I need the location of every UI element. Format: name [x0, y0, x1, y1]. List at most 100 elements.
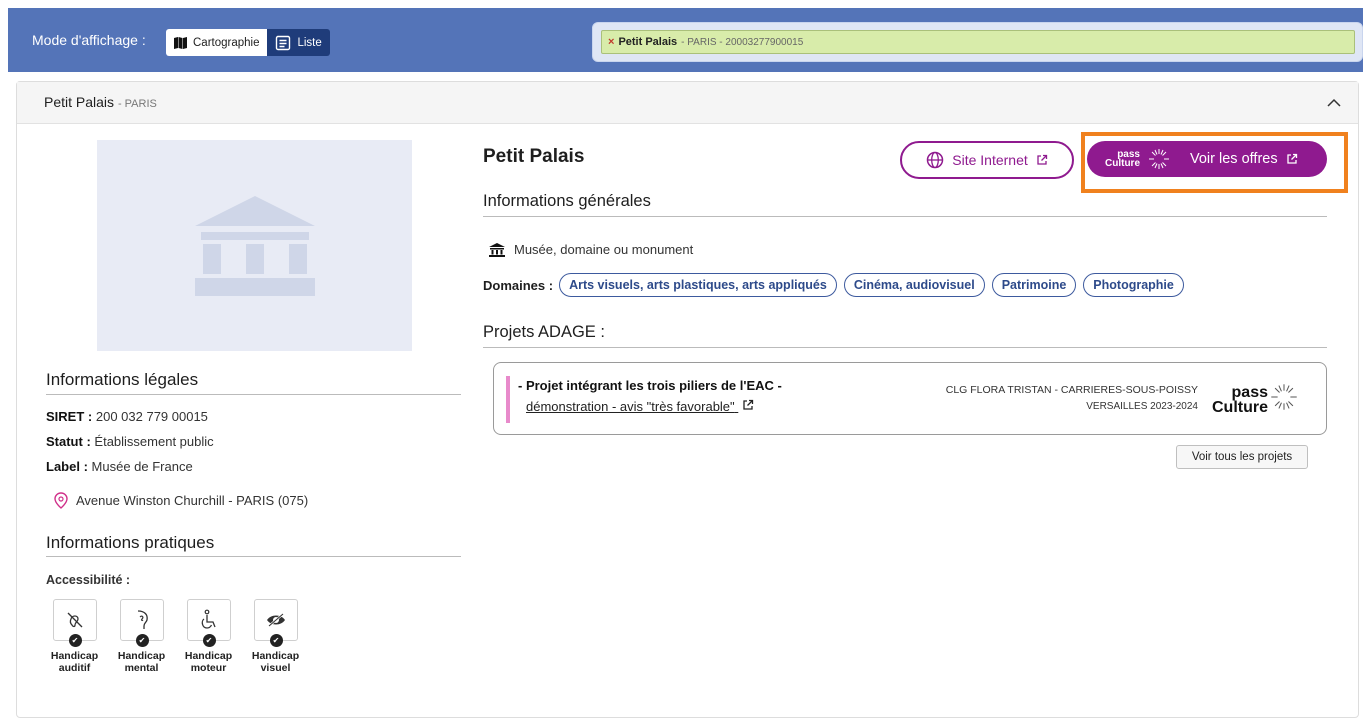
project-accent-bar: [506, 376, 510, 423]
accessibility-label-visuel-line2: visuel: [260, 662, 291, 674]
address-text: Avenue Winston Churchill - PARIS (075): [76, 493, 309, 508]
chevron-up-icon[interactable]: [1326, 95, 1342, 111]
domain-pill[interactable]: Photographie: [1083, 273, 1184, 297]
project-link-text: démonstration - avis "très favorable": [526, 399, 735, 414]
accessibility-label-auditif-line1: Handicap: [50, 650, 99, 662]
project-link[interactable]: démonstration - avis "très favorable": [526, 399, 754, 414]
venue-image-placeholder: [97, 140, 412, 351]
accessibility-box-moteur: ✔: [186, 599, 231, 647]
statut-value: Établissement public: [94, 434, 214, 449]
wheelchair-icon: [201, 609, 216, 629]
pass-culture-logo: pass Culture: [1212, 384, 1268, 416]
check-icon: ✔: [68, 634, 82, 647]
adage-projects-divider: [483, 347, 1327, 348]
accessibility-label-auditif-line2: auditif: [58, 662, 91, 674]
venue-type-line: Musée, domaine ou monument: [489, 242, 693, 257]
search-bar[interactable]: × Petit Palais - PARIS - 20003277900015: [592, 22, 1363, 62]
mode-cartographie-label: Cartographie: [193, 36, 260, 49]
statut-label: Statut :: [46, 434, 91, 449]
legal-info-divider: [46, 394, 461, 395]
accessibility-item-mental: ✔ Handicap mental: [114, 599, 169, 674]
display-mode-label: Mode d'affichage :: [32, 32, 146, 48]
domain-pill[interactable]: Cinéma, audiovisuel: [843, 273, 985, 297]
accessibility-box-auditif: ✔: [52, 599, 97, 647]
venue-card-header[interactable]: Petit Palais - PARIS: [17, 82, 1358, 124]
venue-card-title: Petit Palais - PARIS: [44, 94, 157, 110]
venue-card: Petit Palais - PARIS Informations légale…: [16, 81, 1359, 718]
adage-projects-title: Projets ADAGE :: [483, 323, 605, 341]
search-chip-title: Petit Palais: [618, 36, 678, 48]
venue-card-title-city: - PARIS: [117, 98, 157, 110]
project-year: VERSAILLES 2023-2024: [1086, 401, 1198, 412]
view-offers-button[interactable]: pass Culture Voir les offres: [1087, 141, 1327, 177]
practical-info-divider: [46, 556, 461, 557]
globe-icon: [927, 151, 944, 169]
siret-value: 200 032 779 00015: [95, 409, 208, 424]
label-value: Musée de France: [91, 459, 193, 474]
accessibility-label-auditif: Handicap auditif: [51, 650, 98, 674]
domains-row: Domaines : Arts visuels, arts plastiques…: [483, 273, 1191, 297]
venue-type-text: Musée, domaine ou monument: [514, 242, 694, 257]
museum-icon: [489, 242, 505, 257]
pass-culture-sun-icon: [1271, 384, 1297, 410]
accessibility-item-auditif: ✔ Handicap auditif: [47, 599, 102, 674]
top-bar: Mode d'affichage : Cartographie Liste × …: [8, 8, 1363, 72]
project-logo-line1: pass: [1231, 384, 1268, 401]
general-info-title: Informations générales: [483, 192, 651, 210]
view-offers-label: Voir les offres: [1190, 151, 1278, 167]
pass-culture-logo-small: pass Culture: [1105, 150, 1140, 169]
search-chip-subtitle: - PARIS - 20003277900015: [681, 36, 804, 48]
accessibility-label-mental-line2: mental: [124, 662, 159, 674]
accessibility-label-visuel-line1: Handicap: [251, 650, 300, 662]
accessibility-label-moteur-line1: Handicap: [184, 650, 233, 662]
search-input[interactable]: × Petit Palais - PARIS - 20003277900015: [601, 30, 1355, 54]
label-label: Label :: [46, 459, 88, 474]
remove-chip-icon[interactable]: ×: [608, 36, 614, 48]
museum-placeholder-icon: [194, 195, 315, 296]
statut-line: Statut : Établissement public: [46, 434, 214, 449]
website-button-label: Site Internet: [952, 152, 1028, 168]
project-school: CLG FLORA TRISTAN - CARRIERES-SOUS-POISS…: [945, 384, 1198, 396]
general-info-divider: [483, 216, 1327, 217]
mental-disability-icon: [137, 610, 148, 629]
offers-logo-line2: Culture: [1105, 158, 1140, 169]
legal-info-title: Informations légales: [46, 370, 199, 389]
accessibility-label-mental-line1: Handicap: [117, 650, 166, 662]
accessibility-item-moteur: ✔ Handicap moteur: [181, 599, 236, 674]
external-link-icon: [1286, 153, 1297, 164]
practical-info-title: Informations pratiques: [46, 533, 215, 552]
domain-pill[interactable]: Arts visuels, arts plastiques, arts appl…: [559, 273, 837, 297]
list-icon: [276, 35, 291, 50]
check-icon: ✔: [269, 634, 283, 647]
venue-name: Petit Palais: [483, 146, 585, 167]
external-link-icon: [1037, 154, 1047, 165]
project-logo-line2: Culture: [1212, 399, 1268, 416]
map-icon: [174, 36, 187, 49]
domain-pill[interactable]: Patrimoine: [991, 273, 1077, 297]
accessibility-item-visuel: ✔ Handicap visuel: [248, 599, 303, 674]
accessibility-box-visuel: ✔: [253, 599, 298, 647]
mode-liste-button[interactable]: Liste: [267, 29, 330, 56]
accessibility-list: ✔ Handicap auditif ✔ Handicap mental ✔ H…: [47, 599, 303, 674]
accessibility-label-mental: Handicap mental: [118, 650, 165, 674]
hearing-impaired-icon: [67, 612, 82, 628]
accessibility-label-moteur: Handicap moteur: [185, 650, 232, 674]
accessibility-label: Accessibilité :: [46, 573, 131, 587]
mode-liste-label: Liste: [297, 36, 322, 49]
view-all-projects-button[interactable]: Voir tous les projets: [1176, 445, 1308, 469]
address-line: Avenue Winston Churchill - PARIS (075): [54, 492, 308, 509]
accessibility-label-visuel: Handicap visuel: [252, 650, 299, 674]
visual-impaired-icon: [266, 613, 285, 627]
external-link-icon: [743, 399, 754, 410]
siret-line: SIRET : 200 032 779 00015: [46, 409, 208, 424]
project-card[interactable]: - Projet intégrant les trois piliers de …: [493, 362, 1327, 435]
location-pin-icon: [54, 492, 68, 509]
accessibility-label-moteur-line2: moteur: [190, 662, 227, 674]
pass-culture-sun-icon: [1149, 149, 1169, 169]
website-button[interactable]: Site Internet: [900, 141, 1074, 179]
mode-cartographie-button[interactable]: Cartographie: [166, 29, 268, 56]
accessibility-box-mental: ✔: [119, 599, 164, 647]
label-line: Label : Musée de France: [46, 459, 193, 474]
venue-card-title-name: Petit Palais: [44, 94, 115, 110]
display-mode-switch: Cartographie Liste: [166, 29, 330, 56]
